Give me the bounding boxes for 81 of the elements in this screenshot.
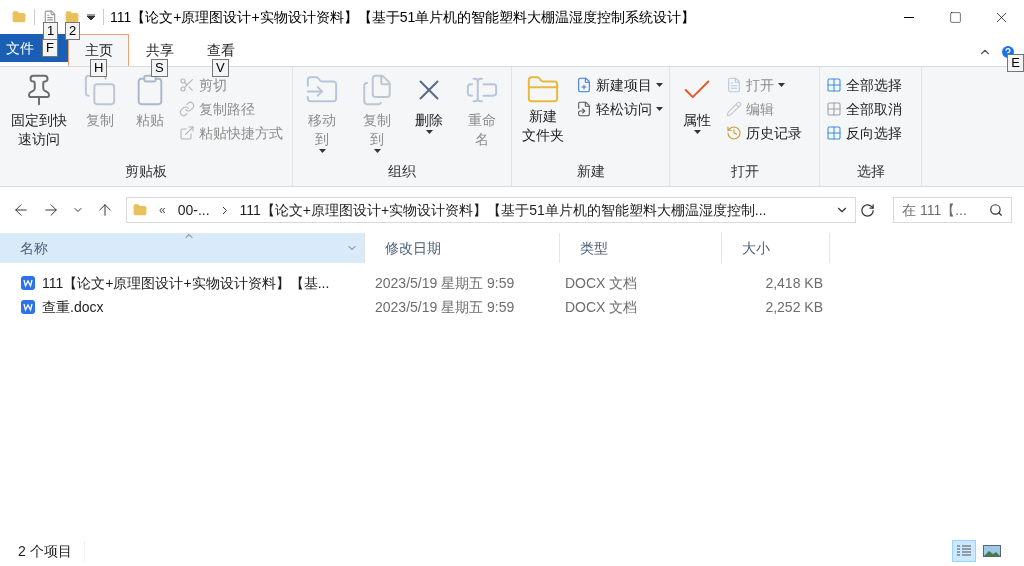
folder-icon (12, 10, 26, 24)
ribbon-button[interactable]: 反向选择 (826, 121, 902, 145)
modified-date: 2023/5/19 星期五 9:59 (374, 297, 516, 317)
ribbon-button[interactable]: 全部选择 (826, 73, 902, 97)
group-label: 选择 (855, 162, 886, 181)
path-icon (179, 101, 196, 117)
new-item-icon (576, 77, 592, 93)
keytip-badge: F (42, 39, 58, 57)
caret-icon (373, 149, 381, 153)
folder-icon[interactable] (65, 10, 79, 24)
file-name: 查重.docx (42, 297, 104, 317)
keytip-badge: 1 (43, 22, 59, 40)
customize-dropdown-icon[interactable] (87, 14, 95, 20)
ribbon-button[interactable]: 全部取消 (826, 97, 902, 121)
chevron-icon (221, 205, 228, 215)
invert-selection-icon (826, 125, 842, 141)
ribbon-button[interactable]: 属性 (676, 69, 718, 161)
back-icon[interactable] (12, 201, 30, 219)
copy-icon (83, 73, 118, 107)
maximize-icon (948, 10, 962, 24)
caret-icon (778, 83, 785, 87)
caret-icon (693, 130, 701, 134)
forward-icon[interactable] (42, 201, 60, 219)
caret-icon (656, 83, 663, 87)
file-size: 2,418 KB (764, 273, 823, 293)
column-header[interactable]: 类型 (560, 233, 722, 263)
column-header[interactable]: 修改日期 (365, 233, 560, 263)
ribbon-button[interactable]: 固定到快速访问 (6, 69, 72, 161)
search-field[interactable]: 在 111【... (893, 197, 1012, 223)
details-list-icon (956, 544, 972, 558)
breadcrumb[interactable]: 00-... (177, 199, 210, 221)
history-icon (726, 125, 742, 141)
up-icon[interactable] (96, 201, 114, 219)
ribbon-button[interactable]: 轻松访问 (576, 97, 663, 121)
file-type: DOCX 文档 (565, 273, 639, 293)
item-count: 2 个项目 (18, 540, 85, 562)
easy-access-icon (576, 101, 592, 117)
shortcut-icon (179, 125, 196, 141)
ribbon-button[interactable]: 删除 (408, 69, 451, 161)
copy-to-icon (360, 73, 394, 107)
minimize-icon (904, 16, 914, 18)
file-type: DOCX 文档 (565, 297, 639, 317)
group-label: 打开 (729, 162, 760, 181)
folder-icon (133, 203, 147, 217)
overflow-chevron[interactable]: « (159, 201, 166, 219)
file-row[interactable]: 查重.docx 2023/5/19 星期五 9:59 DOCX 文档 2,252 KB (20, 295, 850, 319)
keytip-badge: 2 (65, 22, 81, 40)
ribbon-button[interactable]: 历史记录 (726, 121, 802, 145)
document-icon (20, 275, 36, 291)
modified-date: 2023/5/19 星期五 9:59 (374, 273, 516, 293)
caret-icon (318, 149, 326, 153)
select-none-icon (826, 101, 842, 117)
column-header[interactable]: 名称 (0, 233, 365, 263)
breadcrumb[interactable]: 111【论文+原理图设计+实物设计资料】【基于51单片机的智能塑料大棚温湿度控制... (239, 199, 767, 221)
file-size: 2,252 KB (764, 297, 823, 317)
ribbon-button[interactable]: 新建 文件夹 (518, 69, 568, 161)
keytip-badge: S (151, 59, 168, 77)
address-field[interactable]: « 00-... 111【论文+原理图设计+实物设计资料】【基于51单片机的智能塑料大棚温湿度控制... (126, 197, 856, 223)
keytip-badge: V (212, 59, 229, 77)
search-icon (989, 203, 1003, 217)
open-icon (726, 77, 742, 93)
landscape-thumbnail-icon (983, 545, 1001, 557)
caret-icon (656, 107, 663, 111)
select-all-icon (826, 77, 842, 93)
caret-icon (425, 130, 433, 134)
group-label: 剪贴板 (124, 162, 168, 181)
file-tab[interactable]: 文件 F (0, 34, 68, 62)
keytip-badge: H (90, 59, 108, 77)
scissors-icon (179, 77, 196, 93)
group-label: 组织 (387, 162, 417, 181)
file-name: 111【论文+原理图设计+实物设计资料】【基... (42, 273, 330, 293)
document-icon (20, 299, 36, 315)
keytip-badge: E (1007, 54, 1024, 72)
edit-icon (726, 101, 742, 117)
ribbon-button[interactable]: 新建项目 (576, 73, 663, 97)
properties-icon[interactable] (43, 10, 57, 24)
column-header[interactable]: 大小 (722, 233, 830, 263)
group-label: 新建 (575, 162, 606, 181)
refresh-icon[interactable] (860, 202, 875, 218)
window-title: 111【论文+原理图设计+实物设计资料】【基于51单片机的智能塑料大棚温湿度控制系统设计】 (110, 7, 696, 27)
file-row[interactable]: 111【论文+原理图设计+实物设计资料】【基... 2023/5/19 星期五 9:59 DOCX 文档 2,418 KB (20, 271, 850, 295)
